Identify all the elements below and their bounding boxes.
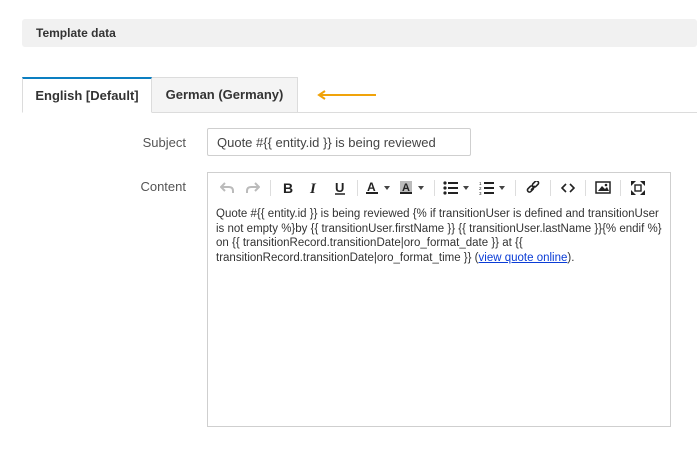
toolbar-separator — [550, 179, 551, 196]
link-icon[interactable] — [520, 177, 546, 199]
toolbar-separator — [357, 179, 358, 196]
arrow-left-icon — [317, 90, 376, 100]
italic-icon[interactable]: I — [301, 177, 327, 199]
bullet-list-icon[interactable] — [439, 177, 475, 199]
tab-german[interactable]: German (Germany) — [152, 77, 298, 113]
toolbar-separator — [585, 179, 586, 196]
tab-english[interactable]: English [Default] — [22, 77, 152, 113]
editor-content-tail: ). — [567, 251, 575, 264]
toolbar-separator — [270, 179, 271, 196]
underline-icon[interactable]: U — [327, 177, 353, 199]
subject-input[interactable]: Quote #{{ entity.id }} is being reviewed — [207, 128, 471, 156]
numbered-list-icon[interactable]: 123 — [475, 177, 511, 199]
undo-icon[interactable] — [214, 177, 240, 199]
toolbar-separator — [434, 179, 435, 196]
source-code-icon[interactable] — [555, 177, 581, 199]
editor-content-text: Quote #{{ entity.id }} is being reviewed… — [216, 208, 662, 264]
svg-text:U: U — [335, 181, 344, 195]
image-icon[interactable] — [590, 177, 616, 199]
editor-content[interactable]: Quote #{{ entity.id }} is being reviewed… — [216, 207, 662, 265]
svg-text:3: 3 — [479, 191, 482, 195]
toolbar-separator — [620, 179, 621, 196]
font-color-icon[interactable]: A — [362, 177, 396, 199]
template-data-header: Template data — [22, 19, 697, 47]
fullscreen-icon[interactable] — [625, 177, 651, 199]
editor-toolbar: B I U A A 123 — [208, 173, 670, 202]
content-editor[interactable]: B I U A A 123 Quote #{{entity.id}} is … — [207, 172, 671, 427]
subject-label: Subject — [142, 135, 186, 150]
background-color-icon[interactable]: A — [396, 177, 430, 199]
content-label: Content — [140, 179, 186, 194]
redo-icon[interactable] — [240, 177, 266, 199]
svg-text:B: B — [283, 181, 293, 194]
view-quote-online-link[interactable]: view quote online — [479, 252, 568, 264]
template-data-title: Template data — [36, 26, 116, 40]
svg-text:I: I — [309, 181, 317, 194]
bold-icon[interactable]: B — [275, 177, 301, 199]
toolbar-separator — [515, 179, 516, 196]
